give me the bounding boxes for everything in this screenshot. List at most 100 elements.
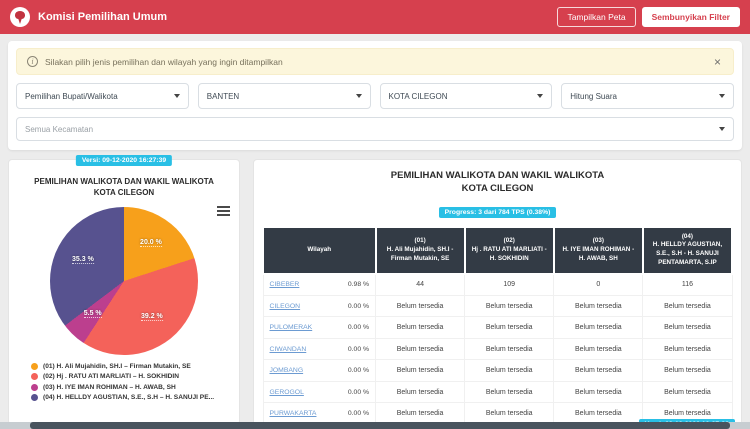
vote-value-cell: 109 [464, 273, 555, 296]
wilayah-cell: PULOMERAK 0.00 % [262, 316, 377, 339]
table-row: CIWANDAN 0.00 % Belum tersedia Belum tersed… [262, 337, 733, 361]
candidate-name: H. IYE IMAN ROHIMAN - H. AWAB, SH [562, 245, 635, 262]
wilayah-cell: JOMBANG 0.00 % [262, 359, 377, 382]
vote-value-cell: Belum tersedia [375, 337, 466, 361]
legend-label: (04) H. HELLDY AGUSTIAN, S.E., S.H – H. … [43, 394, 215, 402]
table-row: CIBEBER 0.98 % 44 109 0 116 [262, 273, 733, 296]
provinsi-select[interactable]: BANTEN [197, 83, 371, 109]
chart-legend: (01) H. Ali Mujahidin, SH.I – Firman Mut… [9, 361, 239, 402]
wilayah-link[interactable]: GEROGOL [270, 389, 304, 396]
candidate-number: (01) [414, 237, 426, 245]
page: Komisi Pemilihan Umum Tampilkan Peta Sem… [0, 0, 750, 429]
legend-label: (02) Hj . RATU ATI MARLIATI – H. SOKHIDI… [43, 373, 180, 381]
scrollbar-thumb[interactable] [30, 422, 730, 429]
wilayah-link[interactable]: JOMBANG [270, 367, 304, 374]
wilayah-cell-inner: JOMBANG 0.00 % [270, 367, 370, 374]
wilayah-link[interactable]: CIBEBER [270, 281, 300, 288]
filter-select-row: Pemilihan Bupati/Walikota BANTEN KOTA CI… [16, 83, 734, 109]
vote-value-cell: Belum tersedia [464, 294, 555, 318]
wilayah-cell-inner: PURWAKARTA 0.00 % [270, 410, 370, 417]
pie-slice-label: 35.3 % [72, 256, 94, 265]
vote-value-cell: Belum tersedia [642, 337, 733, 361]
alert-text: Silakan pilih jenis pemilihan dan wilaya… [45, 56, 283, 67]
table-row: GEROGOL 0.00 % Belum tersedia Belum tersedi… [262, 380, 733, 404]
provinsi-value: BANTEN [206, 91, 240, 101]
candidate-header: (03) H. IYE IMAN ROHIMAN - H. AWAB, SH [552, 225, 644, 275]
chevron-down-icon [355, 94, 362, 98]
filter-card: i Silakan pilih jenis pemilihan dan wila… [8, 41, 742, 150]
legend-item: (02) Hj . RATU ATI MARLIATI – H. SOKHIDI… [31, 373, 239, 381]
version-badge-top: Versi: 09-12-2020 16:27:39 [75, 155, 173, 166]
table-row: PULOMERAK 0.00 % Belum tersedia Belum terse… [262, 316, 733, 339]
chart-menu-icon[interactable] [217, 206, 230, 216]
wilayah-percent: 0.00 % [347, 302, 370, 310]
wilayah-link[interactable]: CIWANDAN [270, 346, 307, 353]
candidate-number: (02) [503, 237, 515, 245]
vote-value-cell: Belum tersedia [642, 294, 733, 318]
legend-label: (03) H. IYE IMAN ROHIMAN – H. AWAB, SH [43, 383, 176, 391]
chevron-down-icon [719, 127, 725, 131]
vote-value-cell: Belum tersedia [553, 337, 644, 361]
candidate-name: H. Ali Mujahidin, SH.I - Firman Mutakin,… [386, 245, 454, 262]
show-map-button[interactable]: Tampilkan Peta [557, 7, 636, 27]
hide-filter-button[interactable]: Sembunyikan Filter [641, 7, 740, 27]
chart-card: Versi: 09-12-2020 16:27:39 PEMILIHAN WAL… [8, 155, 240, 425]
legend-dot-icon [31, 383, 38, 391]
wilayah-cell-inner: GEROGOL 0.00 % [270, 389, 370, 396]
wilayah-link[interactable]: PURWAKARTA [270, 410, 317, 417]
results-table: Wilayah (01) H. Ali Mujahidin, SH.I - Fir… [262, 225, 734, 429]
candidate-name: Hj . RATU ATI MARLIATI - H. SOKHIDIN [471, 245, 547, 262]
wilayah-percent: 0.00 % [347, 410, 370, 418]
tampilan-select[interactable]: Hitung Suara [561, 83, 734, 109]
chevron-down-icon [173, 94, 180, 98]
wilayah-percent: 0.00 % [347, 345, 370, 353]
vote-value-cell: Belum tersedia [642, 380, 733, 404]
candidate-number: (04) [681, 232, 694, 240]
candidate-number: (03) [592, 237, 604, 245]
wilayah-link[interactable]: CILEGON [270, 303, 301, 310]
vote-value-cell: Belum tersedia [464, 337, 555, 361]
vote-value-cell: Belum tersedia [553, 294, 644, 318]
pie-slice-label: 20.0 % [140, 239, 162, 248]
vote-value-cell: Belum tersedia [642, 359, 733, 382]
content-area: i Silakan pilih jenis pemilihan dan wila… [0, 34, 750, 429]
vote-value-cell: Belum tersedia [464, 380, 555, 404]
legend-item: (04) H. HELLDY AGUSTIAN, S.E., S.H – H. … [31, 394, 239, 402]
chart-title-line2: KOTA CILEGON [93, 187, 155, 197]
vote-value-cell: Belum tersedia [553, 316, 644, 339]
kecamatan-value: Semua Kecamatan [25, 124, 94, 134]
vote-value-cell: Belum tersedia [375, 359, 466, 382]
pie-slice-label: 39.2 % [140, 313, 163, 322]
top-header-bar: Komisi Pemilihan Umum Tampilkan Peta Sem… [0, 0, 750, 34]
chart-title: PEMILIHAN WALIKOTA DAN WAKIL WALIKOTA KO… [9, 177, 239, 199]
vote-value-cell: Belum tersedia [553, 380, 644, 404]
wilayah-percent: 0.00 % [347, 367, 370, 375]
close-icon[interactable]: × [712, 56, 723, 68]
vote-value-cell: Belum tersedia [464, 316, 555, 339]
table-row: CILEGON 0.00 % Belum tersedia Belum tersedi… [262, 294, 733, 318]
legend-item: (01) H. Ali Mujahidin, SH.I – Firman Mut… [31, 362, 239, 370]
chart-title-line1: PEMILIHAN WALIKOTA DAN WAKIL WALIKOTA [34, 177, 214, 186]
pie-graphic [50, 206, 198, 355]
vote-value-cell: 0 [553, 273, 644, 296]
pie-slice-label: 5.5 % [83, 310, 102, 319]
kpu-logo-icon [10, 7, 30, 27]
info-alert: i Silakan pilih jenis pemilihan dan wila… [16, 48, 734, 75]
vote-value-cell: Belum tersedia [375, 380, 466, 404]
results-card: PEMILIHAN WALIKOTA DAN WAKIL WALIKOTA KO… [253, 159, 742, 429]
results-title-line2: KOTA CILEGON [461, 182, 534, 194]
jenis-pemilihan-select[interactable]: Pemilihan Bupati/Walikota [16, 83, 189, 109]
vote-value-cell: Belum tersedia [375, 294, 466, 318]
progress-badge: Progress: 3 dari 784 TPS (0.38%) [438, 206, 557, 218]
wilayah-link[interactable]: PULOMERAK [270, 324, 313, 331]
vote-value-cell: Belum tersedia [375, 316, 466, 339]
wilayah-cell-inner: CIWANDAN 0.00 % [270, 346, 370, 353]
results-title-line1: PEMILIHAN WALIKOTA DAN WAKIL WALIKOTA [390, 170, 605, 181]
candidate-header: (04) H. HELLDY AGUSTIAN, S.E., S.H - H. S… [641, 225, 734, 275]
wilayah-cell-inner: PULOMERAK 0.00 % [270, 324, 370, 331]
info-icon: i [27, 56, 38, 67]
kota-select[interactable]: KOTA CILEGON [379, 83, 553, 109]
kecamatan-select[interactable]: Semua Kecamatan [16, 117, 734, 141]
legend-dot-icon [31, 394, 38, 402]
vote-value-cell: Belum tersedia [553, 359, 644, 382]
